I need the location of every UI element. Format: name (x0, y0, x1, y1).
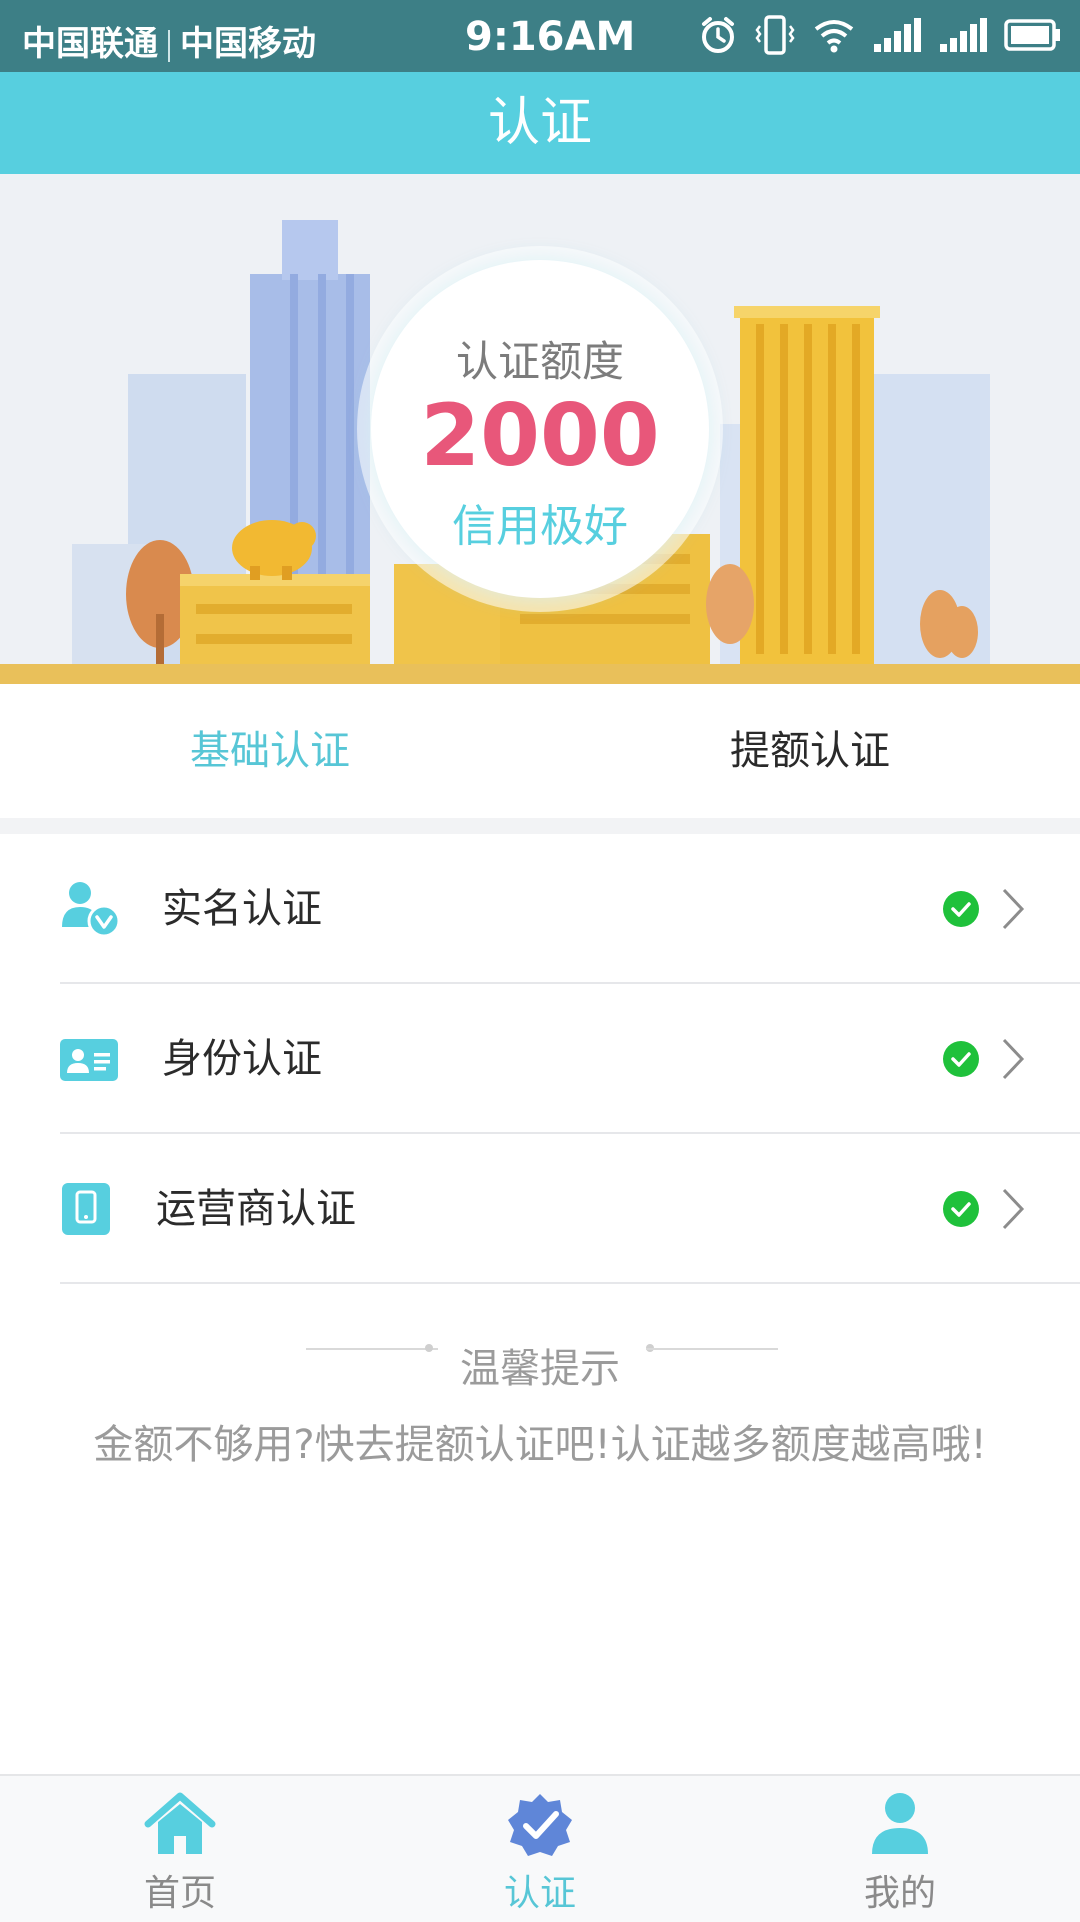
user-icon (872, 1793, 928, 1854)
carrier-1: 中国联通 (22, 24, 158, 64)
list-item-carrier[interactable]: 运营商认证 (60, 1134, 1080, 1284)
vibrate-icon (755, 15, 795, 55)
carrier-separator (168, 29, 170, 62)
list-item-identity[interactable]: 身份认证 (60, 984, 1080, 1134)
id-card-icon (60, 1039, 118, 1081)
verification-list: 实名认证 身份认证 运营商认证 (0, 834, 1080, 1284)
tab-basic-verification[interactable]: 基础认证 (0, 684, 540, 818)
carrier-2: 中国移动 (180, 24, 316, 64)
credit-badge: 认证额度 2000 信用极好 (371, 260, 709, 598)
list-item-label: 身份认证 (162, 1036, 322, 1082)
carrier-names: 中国联通 中国移动 (22, 16, 316, 65)
tab-limit-increase-verification[interactable]: 提额认证 (540, 684, 1080, 818)
credit-label: 认证额度 (455, 337, 624, 386)
nav-label-mine: 我的 (863, 1873, 936, 1914)
wifi-icon (814, 20, 854, 53)
signal-icon (874, 18, 921, 52)
nav-label-home: 首页 (143, 1873, 216, 1914)
phone-icon (62, 1183, 110, 1235)
verification-tabs: 基础认证 提额认证 (0, 684, 1080, 818)
user-verified-icon (62, 882, 120, 938)
check-circle-icon (943, 891, 979, 927)
credit-status: 信用极好 (452, 501, 628, 552)
check-circle-icon (943, 1041, 979, 1077)
nav-item-verification[interactable]: 认证 (360, 1776, 720, 1922)
status-bar: 中国联通 中国移动 9:16AM (0, 0, 1080, 72)
status-time: 9:16AM (465, 14, 636, 60)
tip-title: 温馨提示 (460, 1346, 620, 1392)
list-item-label: 运营商认证 (156, 1186, 356, 1232)
signal-icon (940, 18, 987, 52)
tabs-divider (0, 818, 1080, 834)
chevron-right-icon (1002, 888, 1025, 930)
list-item-label: 实名认证 (162, 886, 322, 932)
alarm-icon (702, 17, 734, 53)
battery-icon (1004, 19, 1060, 51)
list-item-real-name[interactable]: 实名认证 (60, 834, 1080, 984)
check-circle-icon (943, 1191, 979, 1227)
credit-amount: 2000 (420, 386, 660, 486)
chevron-right-icon (1002, 1038, 1025, 1080)
page-title: 认证 (0, 72, 1080, 174)
credit-banner: 认证额度 2000 信用极好 (0, 174, 1080, 684)
nav-label-verification: 认证 (503, 1873, 576, 1914)
chevron-right-icon (1002, 1188, 1025, 1230)
tip-text: 金额不够用?快去提额认证吧!认证越多额度越高哦! (93, 1422, 987, 1468)
home-icon (144, 1792, 216, 1854)
verified-badge-icon (508, 1794, 572, 1856)
tip-divider-right (646, 1348, 778, 1350)
status-icons (698, 14, 1062, 56)
bottom-nav: 首页 认证 我的 (0, 1774, 1080, 1922)
nav-item-mine[interactable]: 我的 (720, 1776, 1080, 1922)
nav-item-home[interactable]: 首页 (0, 1776, 360, 1922)
